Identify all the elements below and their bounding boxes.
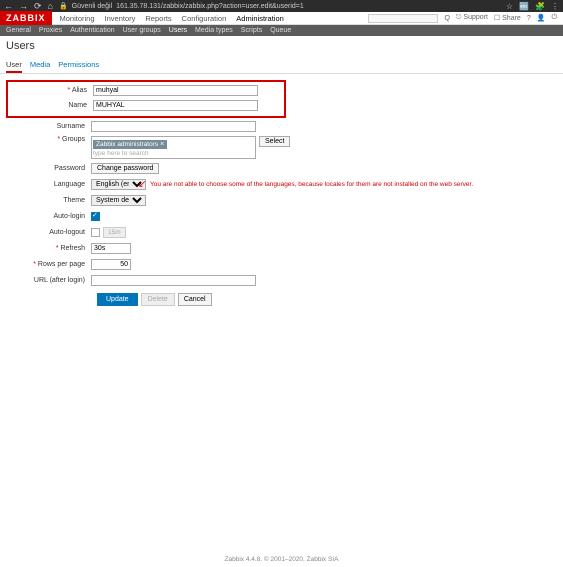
subnav-mediatypes[interactable]: Media types: [195, 27, 233, 34]
url-label: URL (after login): [6, 277, 91, 284]
menu-inventory[interactable]: Inventory: [105, 14, 136, 23]
url-text[interactable]: 161.35.78.131/zabbix/zabbix.php?action=u…: [116, 3, 304, 10]
subnav-usergroups[interactable]: User groups: [123, 27, 161, 34]
logo[interactable]: ZABBIX: [0, 11, 52, 25]
subnav-general[interactable]: General: [6, 27, 31, 34]
arrow-annotation-icon: ↙: [138, 179, 146, 190]
page-title: Users: [0, 36, 563, 56]
subnav-queue[interactable]: Queue: [270, 27, 291, 34]
share-link[interactable]: ☐ Share: [494, 14, 521, 22]
home-icon[interactable]: ⌂: [48, 1, 53, 11]
subnav-proxies[interactable]: Proxies: [39, 27, 62, 34]
select-groups-button[interactable]: Select: [259, 136, 290, 147]
group-tag: Zabbix administrators ×: [93, 140, 167, 149]
highlight-annotation: Alias Name: [6, 80, 286, 118]
language-label: Language: [6, 181, 91, 188]
autologout-label: Auto-logout: [6, 229, 91, 236]
sub-nav: General Proxies Authentication User grou…: [0, 25, 563, 36]
alias-label: Alias: [68, 87, 87, 94]
groups-label: Groups: [57, 136, 85, 143]
security-label: Güvenli değil: [72, 3, 112, 10]
password-label: Password: [6, 165, 91, 172]
name-label: Name: [8, 102, 93, 109]
tabs: User Media Permissions: [0, 56, 563, 74]
surname-label: Surname: [6, 123, 91, 130]
subnav-authentication[interactable]: Authentication: [70, 27, 114, 34]
search-icon[interactable]: Q: [444, 15, 449, 22]
menu-configuration[interactable]: Configuration: [182, 14, 227, 23]
autologin-label: Auto-login: [6, 213, 91, 220]
language-warning: ↙ You are not able to choose some of the…: [150, 181, 473, 188]
menu-administration[interactable]: Administration: [236, 14, 284, 23]
extension-icon[interactable]: 🧩: [535, 2, 545, 11]
support-link[interactable]: ⎋ Support: [456, 14, 488, 22]
tab-user[interactable]: User: [6, 58, 22, 73]
autologout-checkbox[interactable]: [91, 228, 100, 237]
autologout-value: 15m: [103, 227, 126, 238]
autologin-checkbox[interactable]: [91, 212, 100, 221]
top-bar: ZABBIX Monitoring Inventory Reports Conf…: [0, 12, 563, 25]
tab-media[interactable]: Media: [30, 58, 50, 73]
refresh-input[interactable]: [91, 243, 131, 254]
top-menu: Monitoring Inventory Reports Configurati…: [52, 14, 284, 23]
security-icon: 🔒: [59, 2, 68, 10]
update-button[interactable]: Update: [97, 293, 138, 306]
footer: Zabbix 4.4.8. © 2001–2020, Zabbix SIA: [0, 552, 563, 567]
menu-icon[interactable]: ⋮: [551, 2, 559, 11]
remove-tag-icon[interactable]: ×: [160, 141, 164, 148]
star-icon[interactable]: ☆: [506, 2, 513, 11]
subnav-users[interactable]: Users: [169, 27, 187, 34]
logout-icon[interactable]: ⏻: [551, 14, 557, 22]
menu-monitoring[interactable]: Monitoring: [60, 14, 95, 23]
help-icon[interactable]: ?: [527, 15, 531, 22]
tab-permissions[interactable]: Permissions: [58, 58, 99, 73]
alias-input[interactable]: [93, 85, 258, 96]
global-search[interactable]: [368, 14, 438, 23]
subnav-scripts[interactable]: Scripts: [241, 27, 262, 34]
rows-input[interactable]: [91, 259, 131, 270]
translate-icon[interactable]: 🔤: [519, 2, 529, 11]
reload-icon[interactable]: ⟳: [34, 1, 42, 12]
rows-label: Rows per page: [33, 261, 85, 268]
groups-field[interactable]: Zabbix administrators × type here to sea…: [91, 136, 256, 159]
browser-chrome: ← → ⟳ ⌂ 🔒 Güvenli değil 161.35.78.131/za…: [0, 0, 563, 12]
cancel-button[interactable]: Cancel: [178, 293, 212, 306]
user-icon[interactable]: 👤: [537, 14, 546, 22]
url-input[interactable]: [91, 275, 256, 286]
delete-button: Delete: [141, 293, 175, 306]
menu-reports[interactable]: Reports: [145, 14, 171, 23]
group-tag-label: Zabbix administrators: [96, 141, 158, 148]
forward-icon[interactable]: →: [19, 1, 28, 11]
name-input[interactable]: [93, 100, 258, 111]
surname-input[interactable]: [91, 121, 256, 132]
back-icon[interactable]: ←: [4, 1, 13, 11]
groups-placeholder: type here to search: [93, 150, 254, 157]
user-form: Alias Name Surname Groups Zabbix adminis…: [0, 74, 563, 312]
change-password-button[interactable]: Change password: [91, 163, 159, 174]
theme-select[interactable]: System default: [91, 195, 146, 206]
theme-label: Theme: [6, 197, 91, 204]
refresh-label: Refresh: [56, 245, 85, 252]
